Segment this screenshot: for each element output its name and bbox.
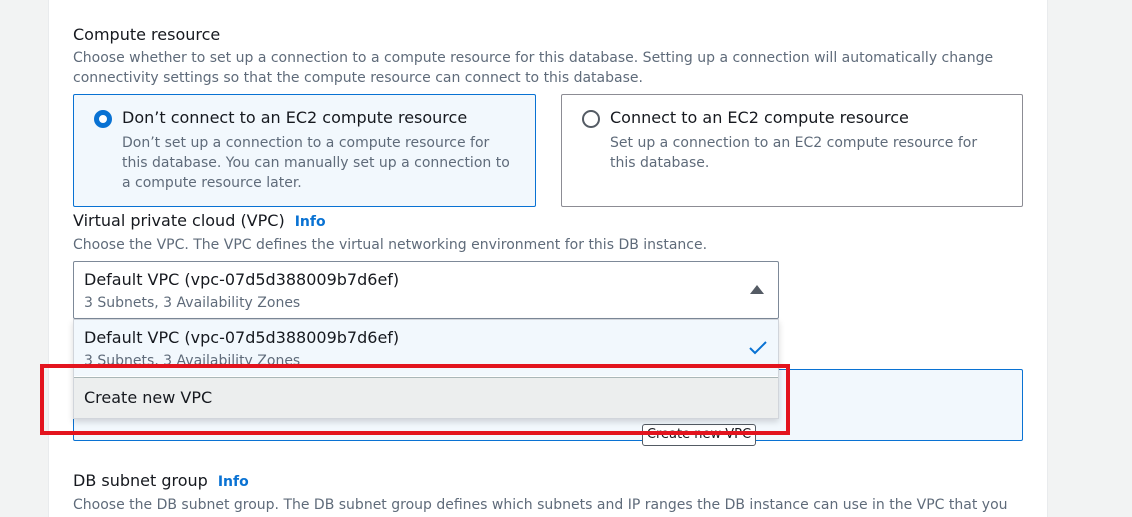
option-connect-label: Connect to an EC2 compute resource [610,108,909,127]
subnet-description: Choose the DB subnet group. The DB subne… [73,497,1008,513]
caret-up-icon [750,285,764,294]
subnet-title: DB subnet group [73,471,208,490]
option-dont-connect-label: Don’t connect to an EC2 compute resource [122,108,468,127]
dropdown-option-label: Default VPC (vpc-07d5d388009b7d6ef) [84,328,400,347]
subnet-title-row: DB subnet group Info [73,471,249,490]
option-connect-ec2[interactable]: Connect to an EC2 compute resource Set u… [561,94,1023,207]
option-dont-connect-ec2[interactable]: Don’t connect to an EC2 compute resource… [73,94,536,207]
vpc-title-row: Virtual private cloud (VPC) Info [73,211,326,230]
vpc-select[interactable]: Default VPC (vpc-07d5d388009b7d6ef) 3 Su… [73,261,779,319]
highlight-box [40,364,790,435]
subnet-info-link[interactable]: Info [218,474,249,490]
check-icon [749,341,767,355]
vpc-title: Virtual private cloud (VPC) [73,211,285,230]
radio-unselected-icon[interactable] [582,110,600,128]
vpc-select-subvalue: 3 Subnets, 3 Availability Zones [84,295,301,311]
vpc-select-value: Default VPC (vpc-07d5d388009b7d6ef) [84,270,400,289]
vpc-info-link[interactable]: Info [295,214,326,230]
compute-resource-title: Compute resource [73,25,221,44]
radio-selected-icon[interactable] [94,110,112,128]
option-dont-connect-description: Don’t set up a connection to a compute r… [122,135,510,191]
compute-resource-description: Choose whether to set up a connection to… [73,50,994,86]
vpc-description: Choose the VPC. The VPC defines the virt… [73,237,708,253]
option-connect-description: Set up a connection to an EC2 compute re… [610,135,978,171]
